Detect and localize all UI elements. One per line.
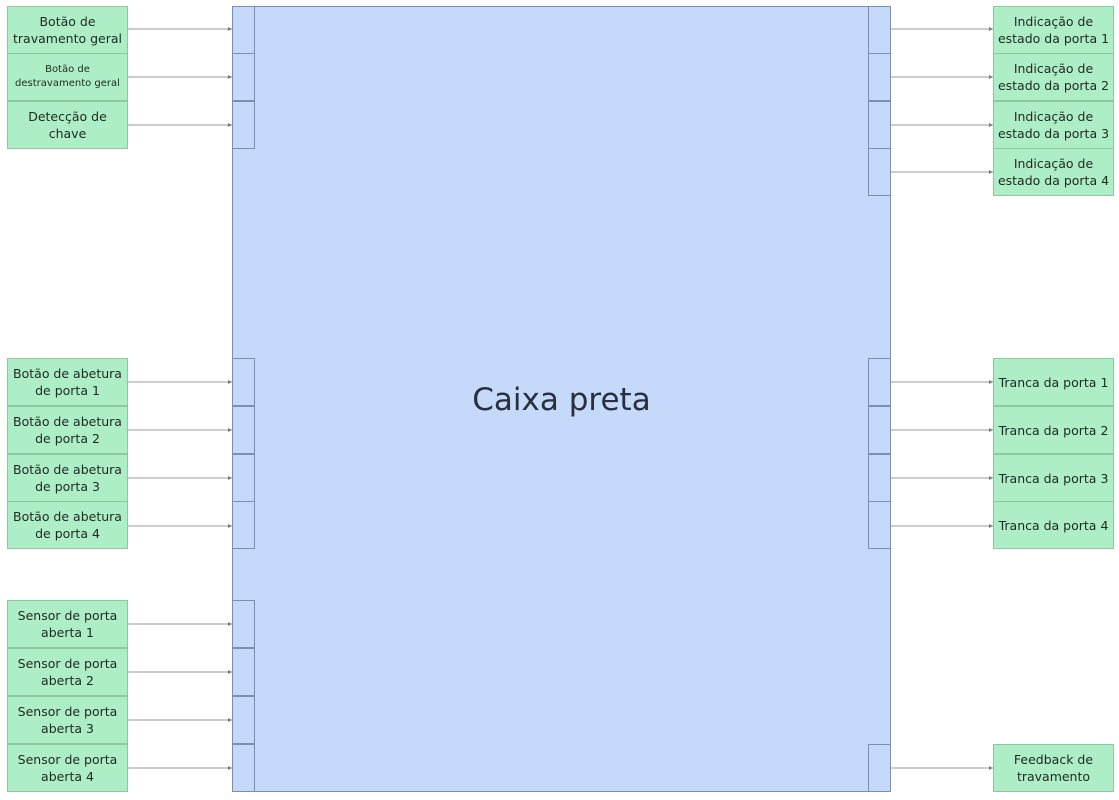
block-open-button-1: Botão de abetura de porta 1 (7, 358, 128, 406)
block-label: Feedback de travamento (1013, 752, 1094, 784)
port-status-3 (868, 101, 891, 149)
port-key-detect (232, 101, 255, 149)
right-wires (891, 28, 993, 769)
block-open-button-3: Botão de abetura de porta 3 (7, 454, 128, 502)
port-status-2 (868, 53, 891, 101)
block-door-lock-1: Tranca da porta 1 (993, 358, 1114, 406)
block-door-sensor-3: Sensor de porta aberta 3 (7, 696, 128, 744)
black-box-title: Caixa preta (472, 382, 651, 418)
block-label: Botão de destravamento geral (15, 64, 120, 89)
block-door-sensor-1: Sensor de porta aberta 1 (7, 600, 128, 648)
block-label: Indicação de estado da porta 2 (997, 61, 1110, 93)
block-label: Indicação de estado da porta 4 (997, 156, 1110, 188)
block-label: Botão de abetura de porta 3 (13, 462, 122, 494)
block-label: Botão de abetura de porta 4 (13, 509, 122, 541)
block-door-status-3: Indicação de estado da porta 3 (993, 101, 1114, 149)
port-sensor-1 (232, 600, 255, 648)
port-open-btn-1 (232, 358, 255, 406)
block-door-sensor-4: Sensor de porta aberta 4 (7, 744, 128, 792)
port-lock-4 (868, 501, 891, 549)
port-sensor-4 (232, 744, 255, 792)
port-status-1 (868, 6, 891, 54)
block-open-button-4: Botão de abetura de porta 4 (7, 501, 128, 549)
block-unlock-all-button: Botão de destravamento geral (7, 53, 128, 101)
block-label: Sensor de porta aberta 2 (17, 656, 118, 688)
block-door-status-4: Indicação de estado da porta 4 (993, 148, 1114, 196)
block-lock-all-button: Botão de travamento geral (7, 6, 128, 54)
port-sensor-2 (232, 648, 255, 696)
port-lock-3 (868, 454, 891, 502)
port-sensor-3 (232, 696, 255, 744)
block-label: Indicação de estado da porta 1 (997, 14, 1110, 46)
block-label: Botão de abetura de porta 2 (13, 414, 122, 446)
block-label: Sensor de porta aberta 4 (17, 752, 118, 784)
block-label: Tranca da porta 2 (998, 422, 1109, 438)
port-lock-all (232, 6, 255, 54)
block-open-button-2: Botão de abetura de porta 2 (7, 406, 128, 454)
block-door-status-2: Indicação de estado da porta 2 (993, 53, 1114, 101)
block-label: Tranca da porta 4 (998, 517, 1109, 533)
block-door-lock-4: Tranca da porta 4 (993, 501, 1114, 549)
port-open-btn-2 (232, 406, 255, 454)
left-wires (127, 28, 232, 769)
block-lock-feedback: Feedback de travamento (993, 744, 1114, 792)
block-door-sensor-2: Sensor de porta aberta 2 (7, 648, 128, 696)
block-label: Botão de abetura de porta 1 (13, 366, 122, 398)
block-label: Indicação de estado da porta 3 (997, 109, 1110, 141)
port-open-btn-3 (232, 454, 255, 502)
block-label: Detecção de chave (28, 109, 107, 141)
block-door-status-1: Indicação de estado da porta 1 (993, 6, 1114, 54)
port-unlock-all (232, 53, 255, 101)
block-label: Sensor de porta aberta 3 (17, 704, 118, 736)
port-open-btn-4 (232, 501, 255, 549)
block-label: Tranca da porta 3 (998, 470, 1109, 486)
block-label: Sensor de porta aberta 1 (17, 608, 118, 640)
block-key-detection: Detecção de chave (7, 101, 128, 149)
port-lock-feedback (868, 744, 891, 792)
port-status-4 (868, 148, 891, 196)
port-lock-1 (868, 358, 891, 406)
block-door-lock-2: Tranca da porta 2 (993, 406, 1114, 454)
block-label: Tranca da porta 1 (998, 374, 1109, 390)
port-lock-2 (868, 406, 891, 454)
block-label: Botão de travamento geral (13, 14, 122, 46)
block-door-lock-3: Tranca da porta 3 (993, 454, 1114, 502)
